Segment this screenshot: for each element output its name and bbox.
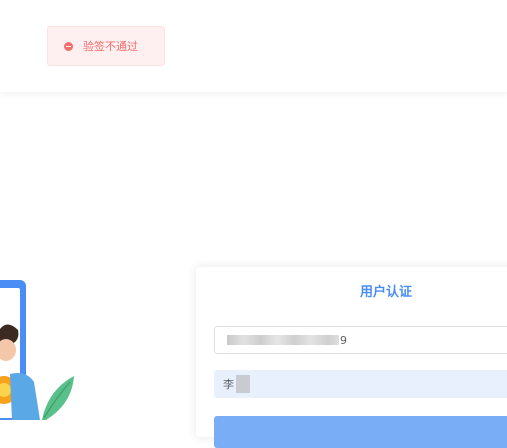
username-visible-suffix: 9 — [340, 333, 347, 347]
auth-title: 用户认证 — [359, 285, 412, 300]
redacted-password — [236, 375, 250, 393]
password-field[interactable]: 李 — [214, 370, 507, 398]
submit-button[interactable] — [214, 416, 507, 448]
error-toast: 验签不通过 — [47, 26, 165, 66]
decorative-illustration — [0, 278, 90, 420]
error-circle-icon — [64, 41, 73, 51]
password-visible-prefix: 李 — [223, 378, 234, 391]
auth-card: 用户认证 9 李 — [196, 267, 507, 448]
toast-message: 验签不通过 — [83, 40, 138, 53]
redacted-username — [227, 335, 339, 345]
username-field[interactable]: 9 — [214, 326, 507, 354]
person-illustration-icon — [0, 280, 74, 420]
